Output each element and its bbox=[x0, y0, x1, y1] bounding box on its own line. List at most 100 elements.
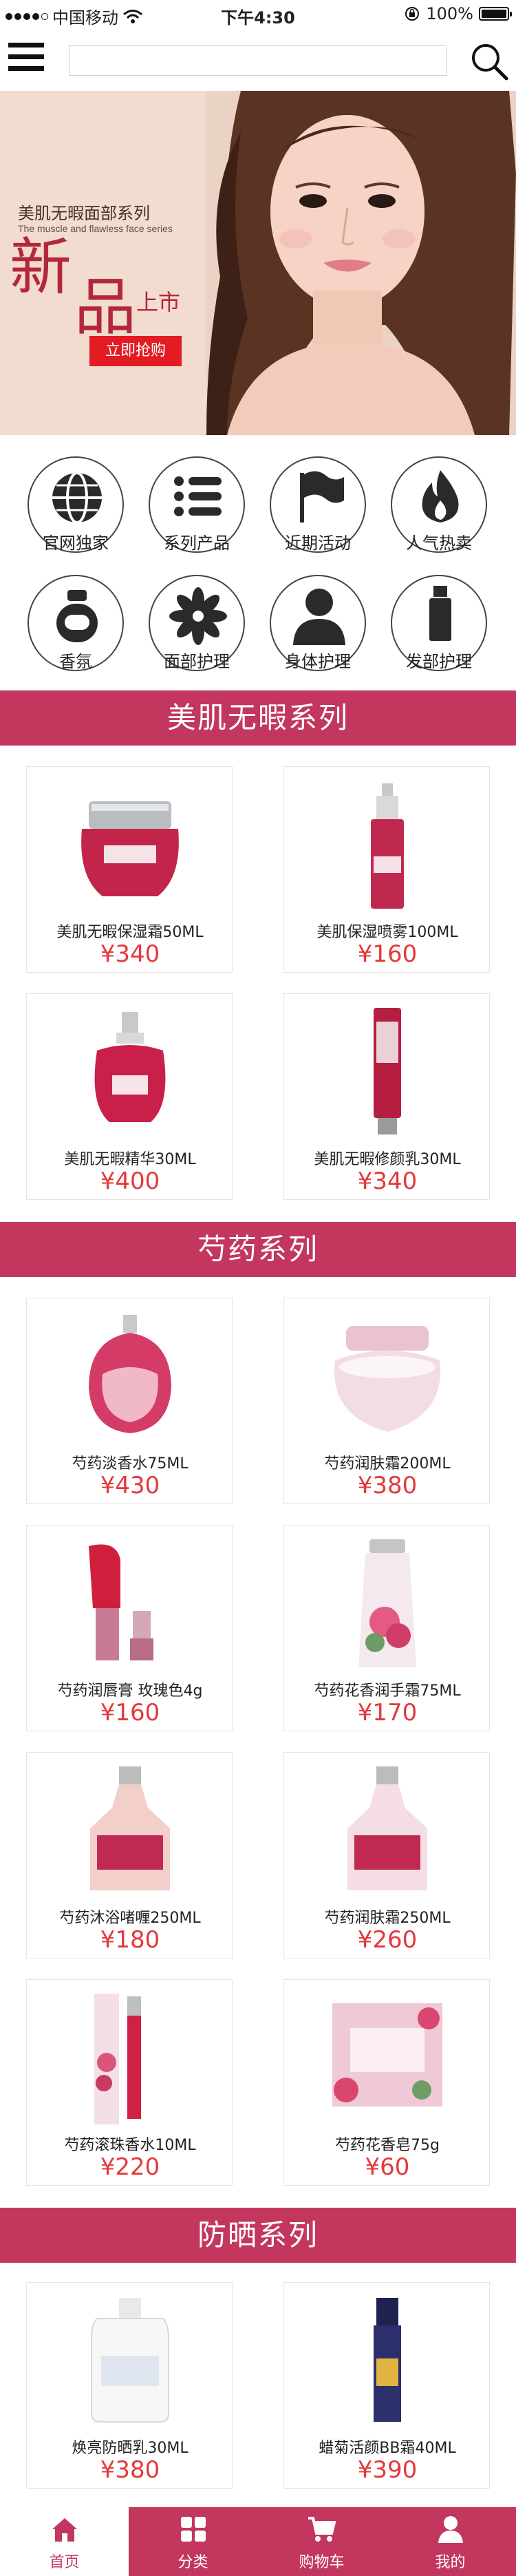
category-item-fragrance[interactable]: 香氛 bbox=[23, 575, 127, 692]
buy-now-button[interactable]: 立即抢购 bbox=[89, 336, 182, 366]
menu-icon[interactable] bbox=[8, 43, 44, 76]
product-price: ¥380 bbox=[357, 1472, 418, 1499]
product-image bbox=[332, 2003, 442, 2107]
category-item-hair-care[interactable]: 发部护理 bbox=[387, 575, 490, 692]
product-card[interactable]: 蜡菊活颜BB霜40ML ¥390 bbox=[283, 2282, 490, 2489]
category-item-official[interactable]: 官网独家 bbox=[23, 456, 127, 573]
rotation-lock-icon bbox=[405, 7, 420, 21]
tab-home[interactable]: 首页 bbox=[0, 2507, 129, 2576]
product-card[interactable]: 美肌保湿喷雾100ML ¥160 bbox=[283, 766, 490, 973]
category-label: 面部护理 bbox=[164, 652, 230, 671]
tab-label: 首页 bbox=[49, 2554, 80, 2571]
category-label: 人气热卖 bbox=[406, 534, 472, 553]
product-card[interactable]: 芍药花香润手霜75ML ¥170 bbox=[283, 1525, 490, 1731]
product-image bbox=[81, 801, 179, 896]
category-label: 近期活动 bbox=[285, 534, 351, 553]
product-image bbox=[371, 783, 404, 909]
tab-cart[interactable]: 购物车 bbox=[257, 2507, 386, 2576]
section-header-sunscreen: 防晒系列 bbox=[0, 2208, 516, 2263]
product-name: 蜡菊活颜BB霜40ML bbox=[319, 2440, 456, 2457]
product-image bbox=[358, 1539, 416, 1667]
banner-model-image bbox=[0, 91, 516, 435]
product-name: 芍药润肤霜200ML bbox=[324, 1455, 451, 1472]
status-right: 100% bbox=[404, 4, 512, 23]
grid-icon bbox=[181, 2517, 206, 2542]
category-item-body-care[interactable]: 身体护理 bbox=[266, 575, 369, 692]
product-name: 美肌无暇修颜乳30ML bbox=[314, 1151, 461, 1168]
product-price: ¥180 bbox=[100, 1926, 160, 1954]
product-card[interactable]: 芍药润唇膏 玫瑰色4g ¥160 bbox=[26, 1525, 233, 1731]
product-image bbox=[94, 1012, 166, 1122]
product-name: 美肌无暇精华30ML bbox=[64, 1151, 196, 1168]
product-name: 焕亮防晒乳30ML bbox=[72, 2440, 189, 2457]
section-header-flawless: 美肌无暇系列 bbox=[0, 690, 516, 746]
category-label: 发部护理 bbox=[406, 652, 472, 671]
product-image bbox=[89, 1544, 153, 1660]
user-icon bbox=[438, 2516, 463, 2543]
product-card[interactable]: 芍药沐浴啫喱250ML ¥180 bbox=[26, 1752, 233, 1959]
category-item-face-care[interactable]: 面部护理 bbox=[144, 575, 248, 692]
product-image bbox=[91, 2298, 169, 2422]
status-bar: 中国移动 下午4:30 100% bbox=[0, 0, 516, 29]
category-grid: 官网独家 系列产品 近期活动 人气热卖 香氛 面部护理 身体护理 发部护理 bbox=[0, 444, 516, 685]
product-name: 美肌保湿喷雾100ML bbox=[316, 924, 458, 941]
top-header bbox=[0, 29, 516, 91]
product-card[interactable]: 芍药滚珠香水10ML ¥220 bbox=[26, 1979, 233, 2186]
product-price: ¥60 bbox=[365, 2153, 410, 2181]
banner-title-product: 品 bbox=[74, 271, 136, 344]
search-input[interactable] bbox=[69, 45, 447, 76]
product-price: ¥400 bbox=[100, 1168, 160, 1195]
product-price: ¥340 bbox=[100, 940, 160, 968]
product-card[interactable]: 美肌无暇精华30ML ¥400 bbox=[26, 993, 233, 1200]
product-name: 芍药滚珠香水10ML bbox=[64, 2137, 196, 2154]
product-card[interactable]: 美肌无暇保湿霜50ML ¥340 bbox=[26, 766, 233, 973]
category-label: 官网独家 bbox=[43, 534, 109, 553]
tab-profile[interactable]: 我的 bbox=[386, 2507, 516, 2576]
category-item-events[interactable]: 近期活动 bbox=[266, 456, 369, 573]
tab-label: 分类 bbox=[178, 2554, 208, 2571]
product-card[interactable]: 美肌无暇修颜乳30ML ¥340 bbox=[283, 993, 490, 1200]
product-price: ¥340 bbox=[357, 1168, 418, 1195]
search-icon[interactable] bbox=[469, 41, 509, 81]
product-card[interactable]: 芍药花香皂75g ¥60 bbox=[283, 1979, 490, 2186]
banner-title-launch: 上市 bbox=[136, 289, 181, 315]
product-name: 芍药润肤霜250ML bbox=[324, 1910, 451, 1927]
category-item-hot[interactable]: 人气热卖 bbox=[387, 456, 490, 573]
tab-category[interactable]: 分类 bbox=[129, 2507, 257, 2576]
product-price: ¥160 bbox=[100, 1699, 160, 1727]
home-icon bbox=[52, 2518, 77, 2542]
cart-icon bbox=[308, 2517, 336, 2542]
product-image bbox=[374, 2298, 401, 2422]
product-price: ¥430 bbox=[100, 1472, 160, 1499]
product-image bbox=[334, 1326, 441, 1432]
banner-series-title: 美肌无暇面部系列 bbox=[18, 204, 150, 223]
product-name: 芍药沐浴啫喱250ML bbox=[59, 1910, 201, 1927]
tab-label: 购物车 bbox=[299, 2554, 345, 2571]
product-image bbox=[94, 1994, 141, 2124]
product-name: 芍药花香皂75g bbox=[335, 2137, 440, 2154]
banner-title-new: 新 bbox=[10, 231, 72, 304]
product-price: ¥160 bbox=[357, 940, 418, 968]
product-image bbox=[90, 1766, 170, 1890]
product-card[interactable]: 焕亮防晒乳30ML ¥380 bbox=[26, 2282, 233, 2489]
section-header-peony: 芍药系列 bbox=[0, 1222, 516, 1277]
product-name: 芍药花香润手霜75ML bbox=[314, 1682, 461, 1700]
product-price: ¥380 bbox=[100, 2456, 160, 2484]
product-card[interactable]: 芍药润肤霜200ML ¥380 bbox=[283, 1298, 490, 1504]
product-name: 芍药润唇膏 玫瑰色4g bbox=[57, 1682, 203, 1700]
product-price: ¥220 bbox=[100, 2153, 160, 2181]
category-label: 香氛 bbox=[59, 652, 92, 671]
product-name: 美肌无暇保湿霜50ML bbox=[56, 924, 204, 941]
product-price: ¥170 bbox=[357, 1699, 418, 1727]
battery-percent: 100% bbox=[426, 4, 473, 23]
product-image bbox=[374, 1008, 401, 1134]
tab-label: 我的 bbox=[435, 2554, 466, 2571]
product-price: ¥260 bbox=[357, 1926, 418, 1954]
product-card[interactable]: 芍药润肤霜250ML ¥260 bbox=[283, 1752, 490, 1959]
promo-banner[interactable]: 美肌无暇面部系列 The muscle and flawless face se… bbox=[0, 91, 516, 435]
product-price: ¥390 bbox=[357, 2456, 418, 2484]
bottom-tab-bar: 首页 分类 购物车 我的 bbox=[0, 2507, 516, 2576]
product-card[interactable]: 芍药淡香水75ML ¥430 bbox=[26, 1298, 233, 1504]
category-item-series[interactable]: 系列产品 bbox=[144, 456, 248, 573]
category-label: 系列产品 bbox=[164, 534, 230, 553]
